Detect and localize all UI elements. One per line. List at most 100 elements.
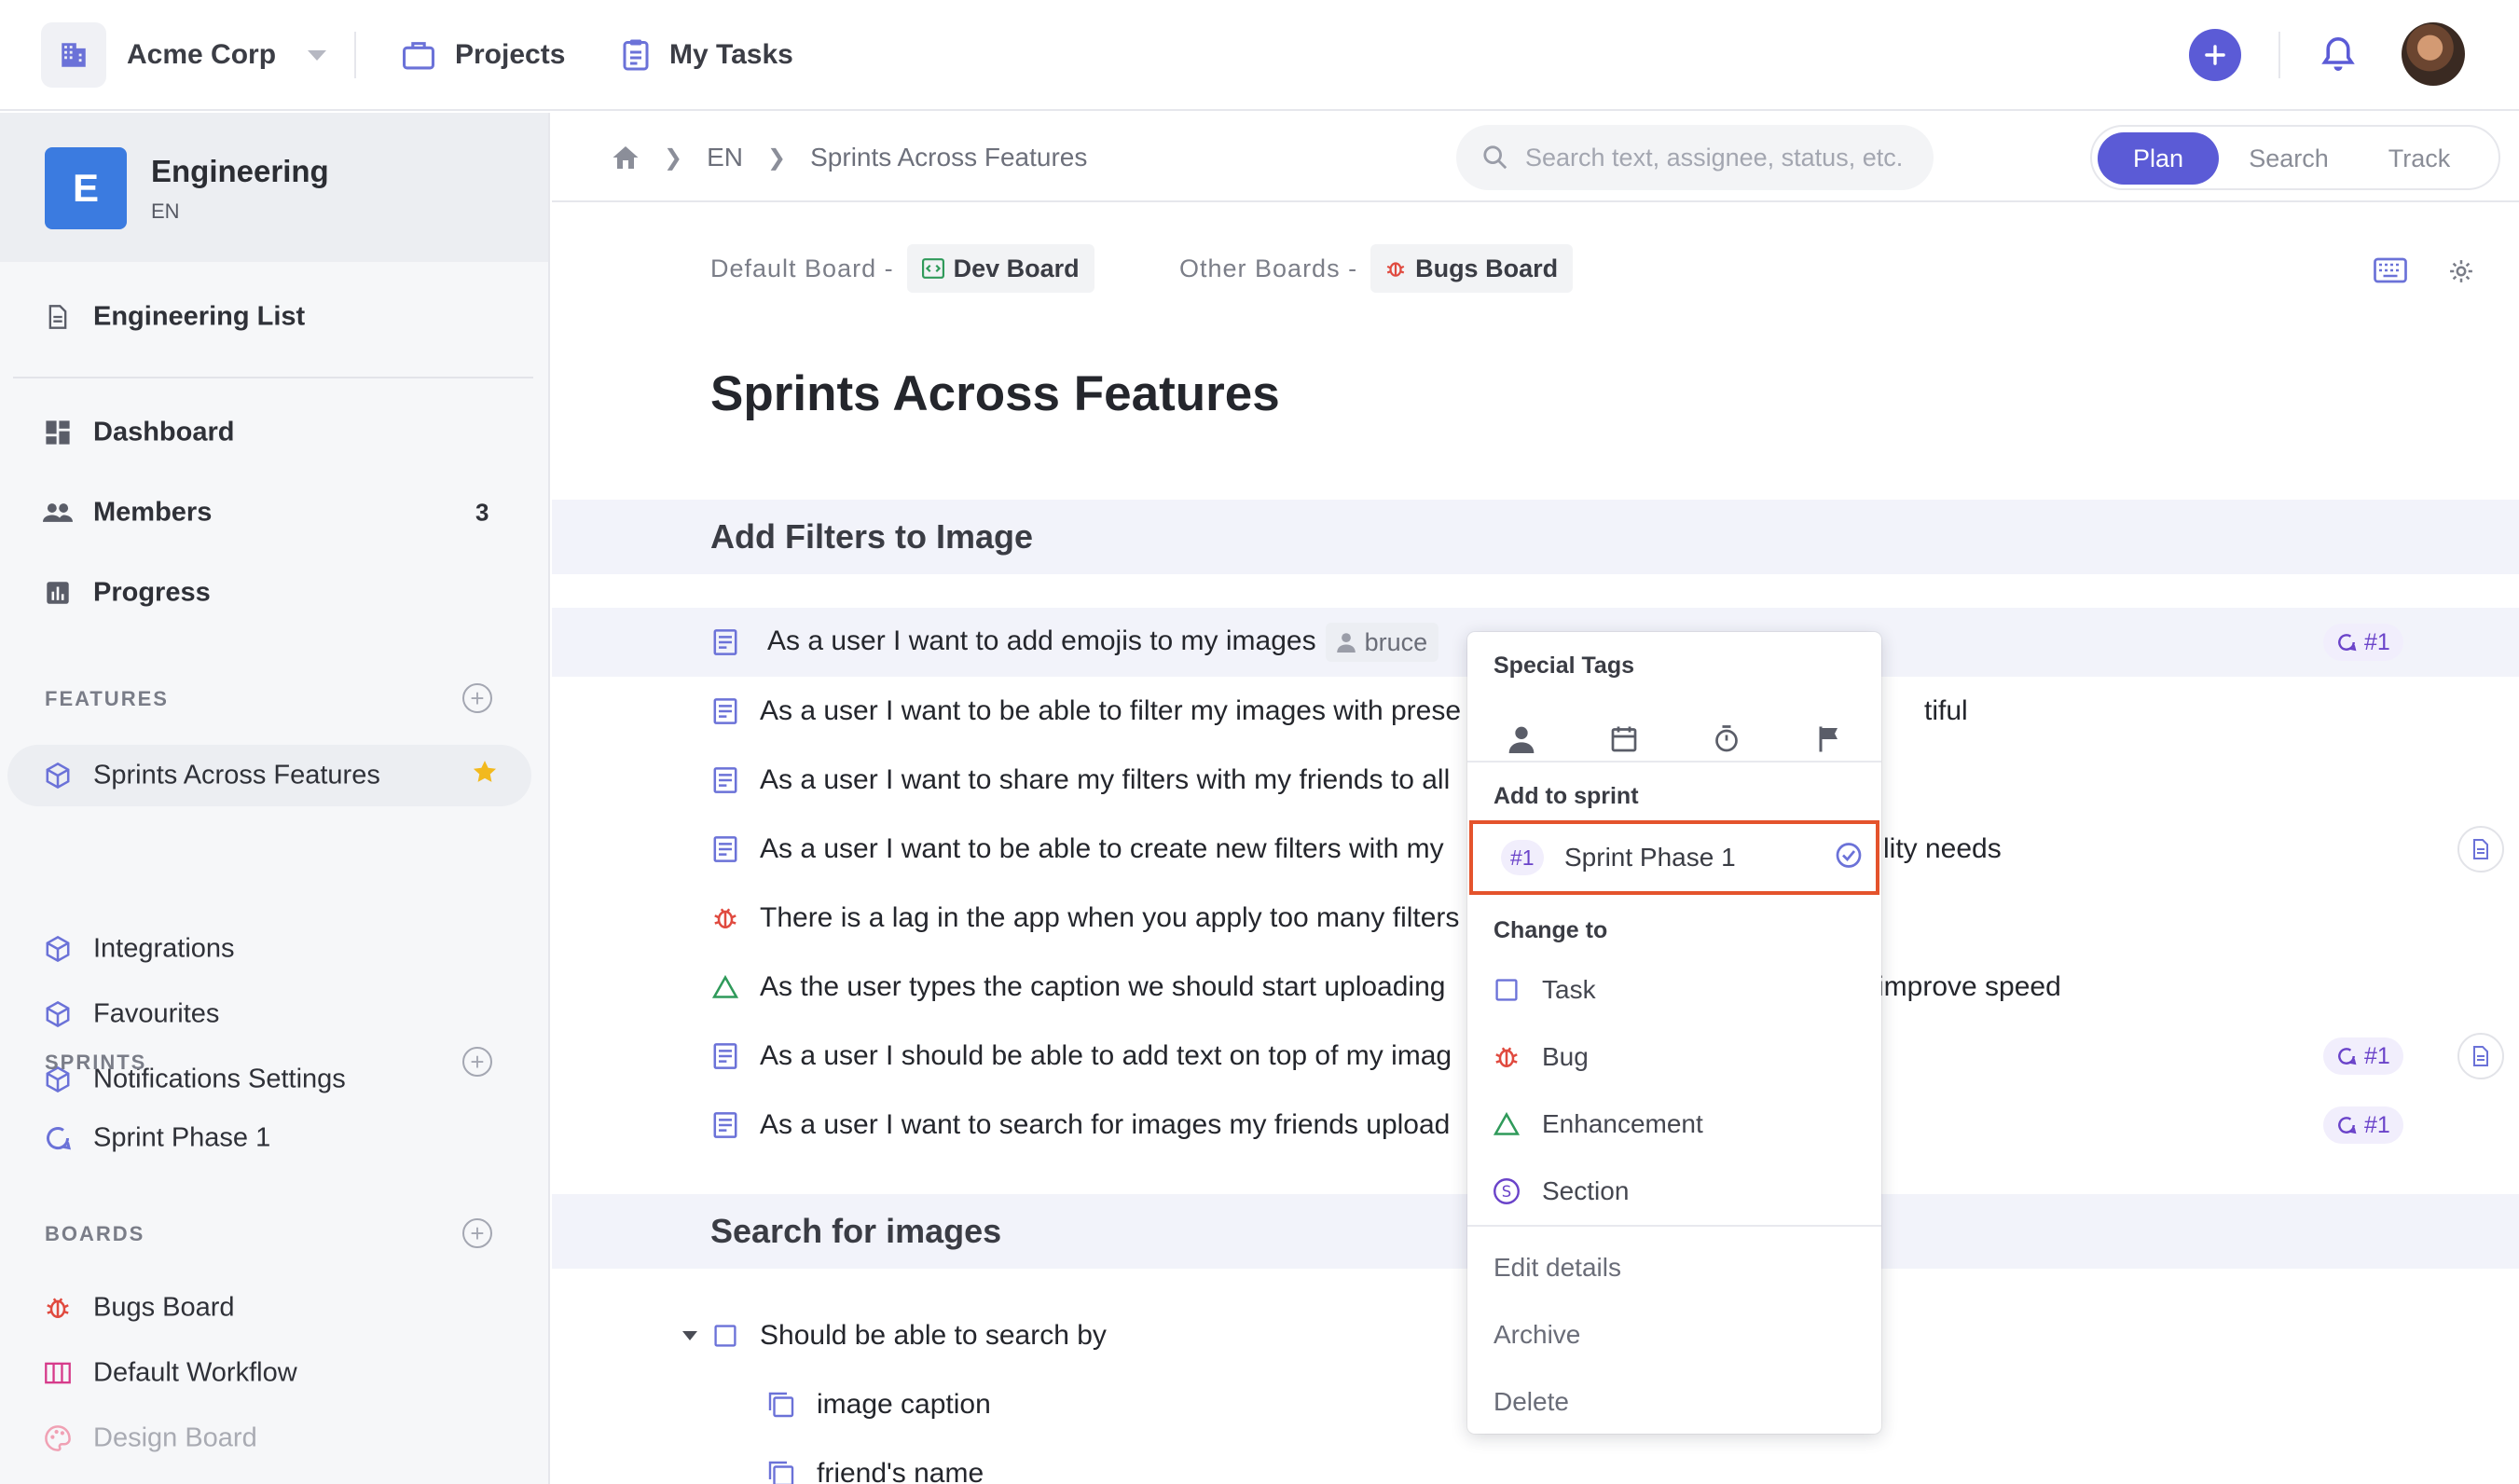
stopwatch-icon[interactable] bbox=[1703, 716, 1750, 763]
nav-projects[interactable]: Projects bbox=[401, 28, 565, 82]
document-icon bbox=[43, 302, 73, 332]
add-to-sprint-heading: Add to sprint bbox=[1494, 783, 1639, 809]
sidebar-item-favourites[interactable]: Favourites bbox=[0, 983, 548, 1045]
change-to-label: Section bbox=[1542, 1176, 1630, 1205]
sidebar-item-progress[interactable]: Progress bbox=[0, 562, 548, 624]
story-icon bbox=[710, 627, 740, 657]
add-button[interactable] bbox=[2189, 29, 2241, 81]
sidebar-item-sprint-phase-1[interactable]: Sprint Phase 1 bbox=[0, 1107, 548, 1169]
sidebar-item-bugs-board[interactable]: Bugs Board bbox=[0, 1277, 548, 1339]
story-icon bbox=[710, 834, 740, 864]
search-box[interactable] bbox=[1456, 125, 1934, 190]
plus-icon bbox=[2205, 45, 2225, 65]
add-board-button[interactable]: + bbox=[462, 1218, 492, 1248]
breadcrumb-team[interactable]: EN bbox=[707, 143, 743, 172]
avatar[interactable] bbox=[2402, 22, 2465, 86]
subtask-title: friend's name bbox=[817, 1458, 984, 1484]
flag-icon[interactable] bbox=[1806, 716, 1852, 763]
bug-icon bbox=[710, 903, 740, 933]
change-to-enhancement[interactable]: Enhancement bbox=[1467, 1091, 1881, 1158]
change-to-section[interactable]: S Section bbox=[1467, 1158, 1881, 1225]
clipboard-icon bbox=[623, 39, 649, 71]
person-icon[interactable] bbox=[1498, 716, 1545, 763]
task-title: As a user I want to share my filters wit… bbox=[760, 764, 1451, 795]
chevron-down-icon bbox=[308, 49, 327, 61]
mode-track-button[interactable]: Track bbox=[2359, 132, 2480, 185]
sidebar-item-label: Sprints Across Features bbox=[93, 760, 380, 790]
sprint-number-badge: #1 bbox=[1501, 840, 1544, 875]
task-title: As a user I want to add emojis to my ima… bbox=[767, 623, 1439, 662]
sidebar-item-integrations[interactable]: Integrations bbox=[0, 918, 548, 980]
sidebar-item-dashboard[interactable]: Dashboard bbox=[0, 402, 548, 463]
home-icon[interactable] bbox=[612, 144, 640, 171]
triangle-icon bbox=[1492, 1109, 1521, 1139]
edit-details-button[interactable]: Edit details bbox=[1467, 1234, 1881, 1301]
archive-button[interactable]: Archive bbox=[1467, 1301, 1881, 1368]
sprint-tag[interactable]: #1 bbox=[2323, 1037, 2403, 1075]
delete-button[interactable]: Delete bbox=[1467, 1368, 1881, 1436]
svg-text:S: S bbox=[1502, 1183, 1511, 1201]
add-sprint-button[interactable]: + bbox=[462, 1047, 492, 1077]
people-icon bbox=[43, 498, 73, 528]
document-button[interactable] bbox=[2457, 826, 2504, 873]
mode-plan-button[interactable]: Plan bbox=[2098, 132, 2219, 185]
breadcrumb-current: Sprints Across Features bbox=[810, 143, 1088, 172]
sidebar-item-label: Engineering List bbox=[93, 301, 306, 332]
sidebar-item-default-workflow[interactable]: Default Workflow bbox=[0, 1342, 548, 1404]
sidebar-item-label: Integrations bbox=[93, 933, 235, 964]
section-header[interactable]: Add Filters to Image bbox=[552, 500, 2519, 574]
assignee-badge[interactable]: bruce bbox=[1325, 623, 1439, 662]
sprint-number: #1 bbox=[2364, 1042, 2390, 1069]
sidebar-item-design-board[interactable]: Design Board bbox=[0, 1408, 548, 1469]
sidebar-item-engineering-list[interactable]: Engineering List bbox=[0, 286, 548, 348]
calendar-icon[interactable] bbox=[1601, 716, 1647, 763]
sidebar-item-label: Dashboard bbox=[93, 417, 235, 447]
sidebar-item-members[interactable]: Members 3 bbox=[0, 482, 548, 543]
bell-icon[interactable] bbox=[2321, 35, 2355, 77]
cube-icon bbox=[43, 761, 73, 790]
org-switcher[interactable]: Acme Corp bbox=[41, 22, 327, 88]
sprint-icon bbox=[2338, 1048, 2357, 1065]
sprint-option-label: Sprint Phase 1 bbox=[1564, 843, 1736, 872]
subtask-row[interactable]: friend's name bbox=[552, 1439, 2519, 1484]
keyboard-icon[interactable] bbox=[2374, 257, 2407, 288]
star-icon[interactable] bbox=[472, 759, 498, 792]
story-icon bbox=[710, 696, 740, 726]
other-boards-label: Other Boards - bbox=[1179, 254, 1358, 282]
checkbox-icon[interactable] bbox=[710, 1321, 740, 1351]
checkbox-icon bbox=[1492, 975, 1521, 1005]
context-menu: Special Tags Add to sprint #1 Sprint Pha… bbox=[1467, 632, 1881, 1434]
sprint-tag[interactable]: #1 bbox=[2323, 1106, 2403, 1144]
divider bbox=[354, 32, 356, 78]
dev-board-chip[interactable]: Dev Board bbox=[906, 244, 1094, 293]
sidebar-item-sprints-across-features[interactable]: Sprints Across Features bbox=[7, 745, 531, 806]
change-to-label: Enhancement bbox=[1542, 1109, 1703, 1138]
special-tags-heading: Special Tags bbox=[1494, 653, 1634, 679]
change-to-task[interactable]: Task bbox=[1467, 956, 1881, 1024]
gear-icon[interactable] bbox=[2448, 258, 2474, 289]
divider bbox=[13, 377, 533, 378]
chevron-right-icon: ❯ bbox=[767, 144, 787, 171]
search-input[interactable] bbox=[1525, 125, 1917, 190]
sprint-tag[interactable]: #1 bbox=[2323, 624, 2403, 661]
sidebar-item-label: Progress bbox=[93, 577, 211, 608]
document-button[interactable] bbox=[2457, 1033, 2504, 1079]
add-feature-button[interactable]: + bbox=[462, 683, 492, 713]
mode-search-button[interactable]: Search bbox=[2228, 132, 2349, 185]
change-to-bug[interactable]: Bug bbox=[1467, 1024, 1881, 1091]
nav-my-tasks[interactable]: My Tasks bbox=[621, 28, 793, 82]
sprint-number: #1 bbox=[2364, 1111, 2390, 1138]
bar-chart-icon bbox=[43, 578, 73, 608]
bugs-board-chip[interactable]: Bugs Board bbox=[1370, 244, 1574, 293]
divider bbox=[1467, 1225, 1881, 1227]
team-logo: E bbox=[45, 147, 127, 229]
team-header[interactable]: E Engineering EN bbox=[0, 113, 548, 262]
org-name: Acme Corp bbox=[127, 39, 277, 70]
sprint-icon bbox=[2338, 634, 2357, 652]
sprint-option-sprint-phase-1[interactable]: #1 Sprint Phase 1 bbox=[1469, 820, 1879, 895]
collapse-caret-icon[interactable] bbox=[682, 1331, 697, 1340]
boards-heading: BOARDS bbox=[45, 1222, 145, 1245]
change-to-label: Bug bbox=[1542, 1042, 1589, 1071]
bug-icon bbox=[43, 1293, 73, 1323]
sprints-heading: SPRINTS bbox=[45, 1051, 147, 1074]
